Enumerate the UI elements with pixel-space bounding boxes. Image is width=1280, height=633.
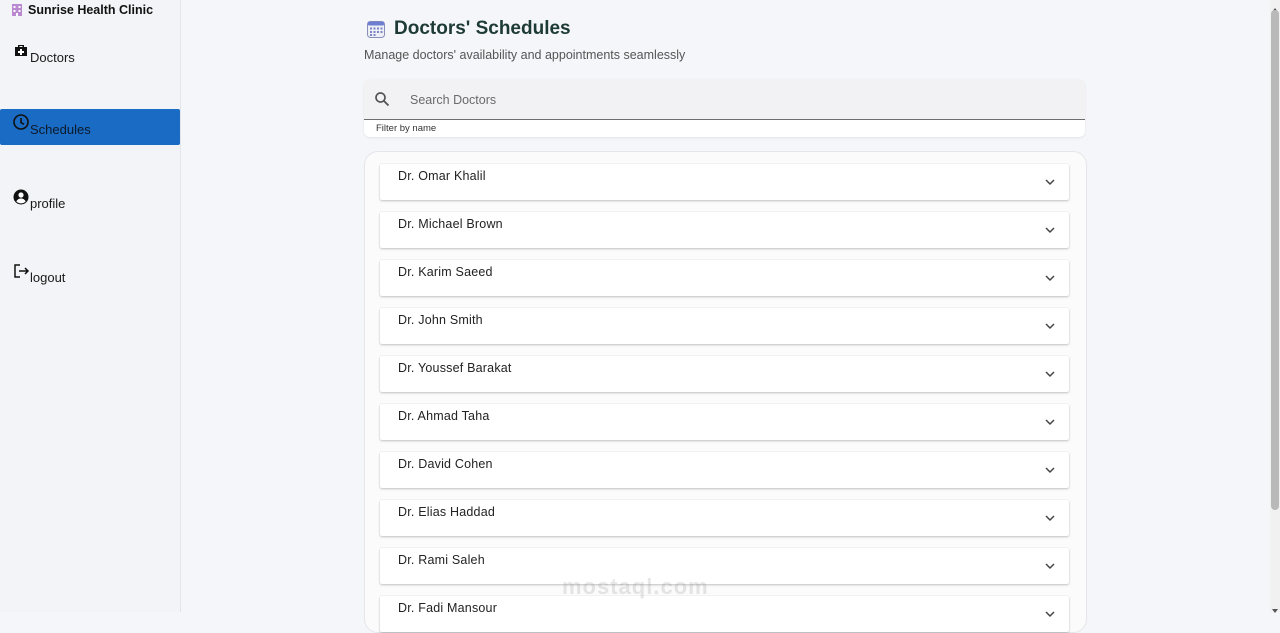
brand: Sunrise Health Clinic	[12, 3, 153, 17]
scroll-up-arrow-icon[interactable]	[1271, 1, 1279, 12]
chevron-down-icon	[1045, 563, 1055, 570]
sidebar-item-doctors[interactable]: Doctors	[0, 38, 180, 74]
chevron-down-icon	[1045, 323, 1055, 330]
chevron-down-icon	[1045, 179, 1055, 186]
page-title: Doctors' Schedules	[394, 18, 571, 39]
doctor-accordion-item[interactable]: Dr. John Smith	[380, 308, 1069, 344]
sidebar-item-logout[interactable]: logout	[0, 258, 180, 294]
doctor-name: Dr. Karim Saeed	[398, 265, 493, 279]
brand-name: Sunrise Health Clinic	[28, 3, 154, 17]
search-helper-text: Filter by name	[376, 123, 437, 134]
doctor-accordion-item[interactable]: Dr. Karim Saeed	[380, 260, 1069, 296]
doctor-accordion-item[interactable]: Dr. Omar Khalil	[380, 164, 1069, 200]
doctor-name: Dr. John Smith	[398, 313, 483, 327]
chevron-down-icon	[1045, 515, 1055, 522]
chevron-down-icon	[1045, 371, 1055, 378]
doctor-name: Dr. Fadi Mansour	[398, 601, 498, 615]
sidebar-item-profile[interactable]: profile	[0, 184, 180, 220]
doctor-name: Dr. Rami Saleh	[398, 553, 485, 567]
doctor-accordion-item[interactable]: Dr. Youssef Barakat	[380, 356, 1069, 392]
logout-icon	[12, 262, 30, 280]
calendar-icon	[366, 19, 386, 39]
sidebar-item-label: logout	[30, 269, 66, 285]
hospital-icon	[12, 4, 22, 16]
sidebar-item-label: Doctors	[30, 49, 75, 65]
clock-icon	[12, 113, 30, 131]
scrollbar[interactable]	[1270, 0, 1280, 613]
search-input[interactable]	[408, 89, 1012, 111]
doctor-name: Dr. Youssef Barakat	[398, 361, 512, 375]
doctor-name: Dr. Ahmad Taha	[398, 409, 490, 423]
doctor-name: Dr. Omar Khalil	[398, 169, 486, 183]
doctor-accordion-item[interactable]: Dr. Fadi Mansour	[380, 596, 1069, 632]
chevron-down-icon	[1045, 611, 1055, 618]
doctor-accordion-item[interactable]: Dr. Ahmad Taha	[380, 404, 1069, 440]
scrollbar-thumb[interactable]	[1271, 10, 1279, 510]
medical-bag-icon	[12, 42, 30, 60]
search-container: Filter by name	[364, 79, 1085, 137]
chevron-down-icon	[1045, 419, 1055, 426]
account-circle-icon	[12, 188, 30, 206]
chevron-down-icon	[1045, 227, 1055, 234]
doctor-name: Dr. Elias Haddad	[398, 505, 495, 519]
doctor-accordion-item[interactable]: Dr. Rami Saleh	[380, 548, 1069, 584]
doctor-accordion-item[interactable]: Dr. Elias Haddad	[380, 500, 1069, 536]
chevron-down-icon	[1045, 275, 1055, 282]
watermark: mostaql.com	[562, 574, 709, 599]
doctor-accordion-item[interactable]: Dr. Michael Brown	[380, 212, 1069, 248]
page-subtitle: Manage doctors' availability and appoint…	[364, 48, 686, 62]
doctor-accordion-item[interactable]: Dr. David Cohen	[380, 452, 1069, 488]
search-field[interactable]	[364, 79, 1085, 120]
page-header: Doctors' Schedules	[366, 18, 571, 40]
doctor-name: Dr. Michael Brown	[398, 217, 503, 231]
sidebar-item-schedules[interactable]: Schedules	[0, 109, 180, 145]
sidebar: Sunrise Health Clinic Doctors Schedules	[0, 0, 181, 612]
sidebar-item-label: profile	[30, 195, 66, 211]
chevron-down-icon	[1045, 467, 1055, 474]
doctor-name: Dr. David Cohen	[398, 457, 493, 471]
scroll-down-arrow-icon[interactable]	[1271, 602, 1279, 613]
sidebar-item-label: Schedules	[30, 121, 91, 137]
search-icon	[374, 91, 390, 107]
